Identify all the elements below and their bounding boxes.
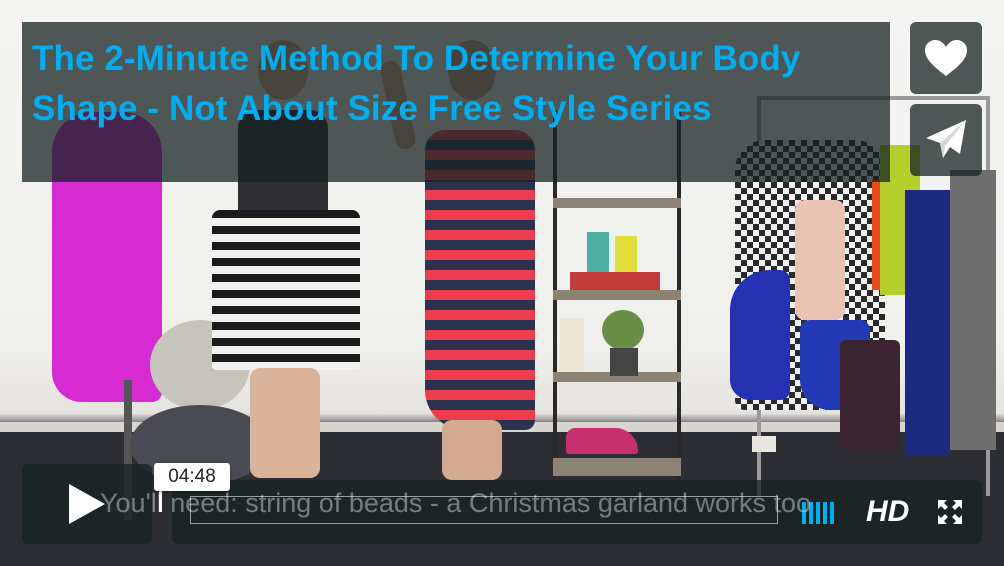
play-icon [69,484,105,524]
teal-pot [587,232,609,272]
playhead-timecode: 04:48 [154,463,230,491]
hd-toggle[interactable]: HD [866,494,909,530]
share-button[interactable] [910,104,982,176]
control-bar: HD [172,480,982,544]
video-player[interactable]: The 2-Minute Method To Determine Your Bo… [0,0,1004,566]
playhead-marker [159,490,162,512]
volume-bar [809,502,813,524]
dress-panel-blue [730,270,790,400]
volume-bar [830,502,834,524]
dress-panel-pink [795,200,845,320]
gray-garment [950,170,996,450]
shelf-board [553,458,681,476]
floral-dress [840,340,900,450]
like-button[interactable] [910,22,982,94]
pink-heels [566,428,638,454]
volume-control[interactable] [802,500,834,524]
play-button[interactable] [22,464,152,544]
progress-bar[interactable] [190,496,778,524]
striped-skirt [212,210,360,370]
wall-outlet [752,436,776,452]
book-row [560,318,584,372]
fullscreen-icon [938,500,962,524]
paper-plane-icon [926,120,966,158]
fullscreen-button[interactable] [936,498,964,526]
navy-garment [905,190,950,455]
volume-bar [823,502,827,524]
yellow-pot [615,236,637,272]
volume-bar [816,502,820,524]
presenter-right-legs [442,420,502,480]
plant-vase [610,348,638,376]
volume-bar [802,502,806,524]
video-title-overlay[interactable]: The 2-Minute Method To Determine Your Bo… [22,22,890,182]
volume-bars-icon [802,502,834,524]
presenter-left-legs [250,368,320,478]
shelf-board [553,290,681,300]
shelf-board [553,198,681,208]
book-stack [570,272,660,290]
video-title[interactable]: The 2-Minute Method To Determine Your Bo… [32,34,880,134]
flower-plant [602,310,644,350]
heart-icon [925,40,967,76]
